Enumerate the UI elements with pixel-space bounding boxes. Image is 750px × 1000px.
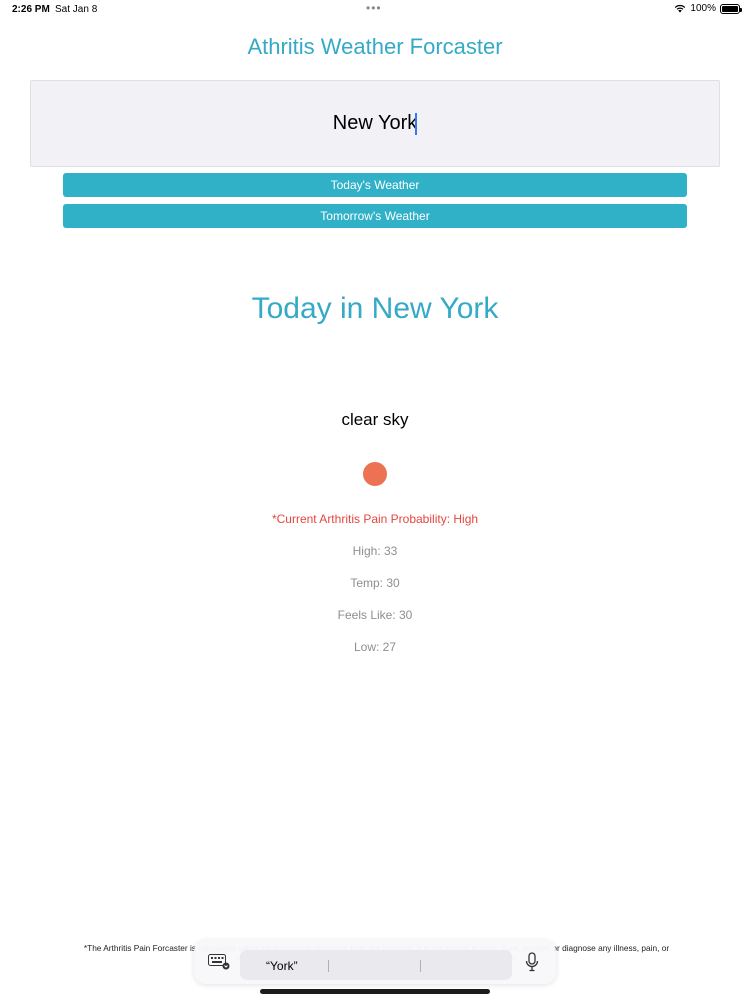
low-temp: Low: 27: [353, 640, 397, 654]
weather-condition: clear sky: [341, 410, 409, 429]
battery-icon: [720, 3, 742, 14]
status-indicators: 100%: [674, 3, 742, 14]
tomorrows-weather-button[interactable]: Tomorrow's Weather: [63, 204, 687, 228]
todays-weather-button[interactable]: Today's Weather: [63, 173, 687, 197]
status-date: Sat Jan 8: [55, 4, 98, 15]
app-title: Athritis Weather Forcaster: [247, 34, 503, 59]
multitasking-dots-icon[interactable]: •••: [366, 1, 382, 15]
status-time: 2:26 PM: [12, 4, 50, 15]
status-bar: 2:26 PM Sat Jan 8 ••• 100%: [0, 0, 750, 20]
forecast-heading: Today in New York: [251, 292, 499, 325]
suggestion-divider: [328, 960, 329, 972]
pain-indicator-dot: [363, 462, 387, 486]
text-cursor: [415, 113, 417, 135]
pain-probability: *Current Arthritis Pain Probability: Hig…: [271, 512, 479, 526]
wifi-icon: [675, 4, 686, 13]
city-input-container[interactable]: [30, 80, 720, 167]
suggestion-item[interactable]: “York”: [266, 959, 298, 973]
suggestion-divider: [420, 960, 421, 972]
city-input[interactable]: [31, 81, 719, 166]
high-temp: High: 33: [352, 544, 398, 558]
keyboard-icon[interactable]: [208, 954, 230, 970]
battery-percent: 100%: [690, 3, 716, 14]
keyboard-shortcut-bar: “York”: [194, 940, 556, 984]
feels-like-temp: Feels Like: 30: [337, 608, 413, 622]
home-indicator[interactable]: [260, 989, 490, 994]
suggestion-strip: “York”: [240, 950, 512, 980]
current-temp: Temp: 30: [350, 576, 400, 590]
microphone-icon[interactable]: [525, 952, 539, 972]
